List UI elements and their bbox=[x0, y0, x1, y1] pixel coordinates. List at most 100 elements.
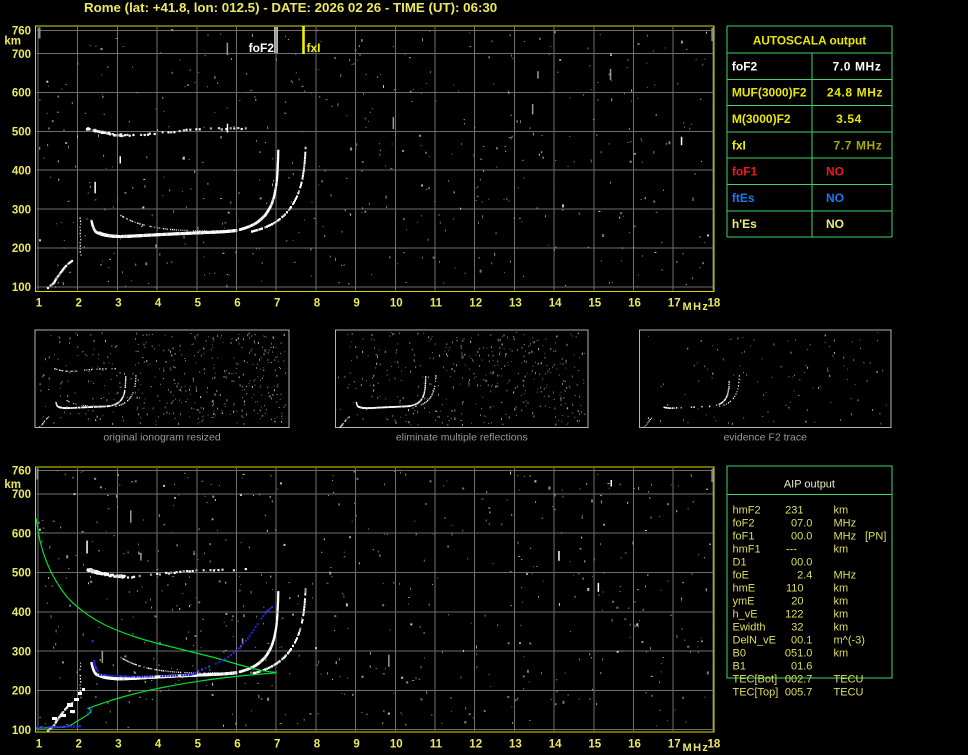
svg-text:4: 4 bbox=[155, 297, 162, 309]
svg-text:760: 760 bbox=[12, 466, 31, 478]
svg-text:km: km bbox=[834, 505, 849, 517]
svg-text:ftEs: ftEs bbox=[732, 191, 755, 205]
svg-text:7.7 MHz: 7.7 MHz bbox=[834, 138, 883, 152]
svg-text:1: 1 bbox=[36, 739, 43, 751]
svg-text:---: --- bbox=[786, 544, 797, 556]
svg-text:2: 2 bbox=[75, 297, 81, 309]
svg-text:01.6: 01.6 bbox=[791, 661, 812, 673]
svg-text:400: 400 bbox=[12, 607, 31, 619]
svg-text:8: 8 bbox=[314, 297, 321, 309]
svg-text:TECU: TECU bbox=[834, 674, 864, 686]
svg-text:10: 10 bbox=[390, 739, 403, 751]
svg-text:eliminate multiple reflections: eliminate multiple reflections bbox=[396, 432, 528, 444]
svg-text:32: 32 bbox=[791, 622, 803, 634]
svg-text:AUTOSCALA output: AUTOSCALA output bbox=[753, 34, 866, 48]
svg-text:evidence F2 trace: evidence F2 trace bbox=[723, 432, 807, 444]
svg-text:h_vE: h_vE bbox=[733, 609, 758, 621]
svg-text:24.8 MHz: 24.8 MHz bbox=[827, 86, 883, 100]
svg-text:hmE: hmE bbox=[733, 583, 756, 595]
svg-text:TEC[Bot]: TEC[Bot] bbox=[733, 674, 778, 686]
svg-text:00.1: 00.1 bbox=[791, 635, 812, 647]
svg-text:foF1: foF1 bbox=[733, 531, 755, 543]
svg-text:18: 18 bbox=[708, 297, 721, 309]
svg-text:100: 100 bbox=[12, 725, 31, 737]
svg-text:3.54: 3.54 bbox=[836, 112, 862, 126]
svg-text:5: 5 bbox=[195, 739, 202, 751]
svg-text:12: 12 bbox=[469, 739, 482, 751]
svg-text:16: 16 bbox=[628, 297, 641, 309]
svg-text:TECU: TECU bbox=[834, 687, 864, 699]
svg-text:6: 6 bbox=[234, 297, 240, 309]
svg-text:hmF2: hmF2 bbox=[733, 505, 761, 517]
svg-text:km: km bbox=[4, 479, 21, 491]
svg-text:4: 4 bbox=[155, 739, 162, 751]
svg-text:231: 231 bbox=[785, 505, 803, 517]
svg-text:foF1: foF1 bbox=[732, 165, 758, 179]
svg-text:300: 300 bbox=[12, 204, 31, 216]
svg-text:17: 17 bbox=[668, 739, 681, 751]
svg-text:500: 500 bbox=[12, 127, 31, 139]
svg-text:11: 11 bbox=[430, 297, 443, 309]
svg-text:20: 20 bbox=[791, 596, 803, 608]
svg-text:600: 600 bbox=[12, 88, 31, 100]
svg-text:005.7: 005.7 bbox=[785, 687, 813, 699]
svg-text:original ionogram resized: original ionogram resized bbox=[103, 432, 220, 444]
svg-text:fxI: fxI bbox=[732, 138, 746, 152]
svg-text:9: 9 bbox=[353, 739, 359, 751]
svg-text:hmF1: hmF1 bbox=[733, 544, 761, 556]
svg-text:km: km bbox=[834, 583, 849, 595]
svg-text:12: 12 bbox=[469, 297, 482, 309]
svg-text:B1: B1 bbox=[733, 661, 746, 673]
svg-text:NO: NO bbox=[826, 191, 844, 205]
svg-text:200: 200 bbox=[12, 686, 31, 698]
svg-text:17: 17 bbox=[668, 297, 681, 309]
svg-text:AIP output: AIP output bbox=[784, 479, 835, 491]
svg-text:km: km bbox=[834, 648, 849, 660]
svg-text:foF2: foF2 bbox=[732, 60, 758, 74]
svg-text:18: 18 bbox=[708, 739, 721, 751]
svg-text:14: 14 bbox=[549, 297, 562, 309]
svg-text:200: 200 bbox=[12, 243, 31, 255]
svg-text:10: 10 bbox=[390, 297, 403, 309]
svg-text:9: 9 bbox=[353, 297, 359, 309]
svg-text:00.0: 00.0 bbox=[791, 531, 812, 543]
svg-text:Ewidth: Ewidth bbox=[733, 622, 766, 634]
svg-text:5: 5 bbox=[195, 297, 202, 309]
svg-text:foF2: foF2 bbox=[733, 518, 755, 530]
svg-text:Rome (lat: +41.8, lon: 012.5): Rome (lat: +41.8, lon: 012.5) - DATE: 20… bbox=[84, 0, 497, 15]
svg-text:MHz: MHz bbox=[834, 531, 857, 543]
svg-text:B0: B0 bbox=[733, 648, 746, 660]
svg-text:122: 122 bbox=[785, 609, 803, 621]
svg-text:2.4: 2.4 bbox=[797, 570, 812, 582]
svg-text:8: 8 bbox=[314, 739, 321, 751]
svg-text:002.7: 002.7 bbox=[785, 674, 813, 686]
svg-text:500: 500 bbox=[12, 568, 31, 580]
svg-text:15: 15 bbox=[588, 739, 601, 751]
svg-text:3: 3 bbox=[115, 297, 121, 309]
svg-text:700: 700 bbox=[12, 489, 31, 501]
svg-text:NO: NO bbox=[826, 217, 844, 231]
svg-text:13: 13 bbox=[509, 297, 522, 309]
svg-text:100: 100 bbox=[12, 282, 31, 294]
svg-text:D1: D1 bbox=[733, 557, 747, 569]
svg-text:foF2: foF2 bbox=[249, 41, 275, 55]
svg-text:MHz: MHz bbox=[834, 518, 857, 530]
svg-text:6: 6 bbox=[234, 739, 240, 751]
svg-text:MHz: MHz bbox=[834, 570, 857, 582]
svg-text:400: 400 bbox=[12, 165, 31, 177]
svg-text:700: 700 bbox=[12, 49, 31, 61]
svg-text:2: 2 bbox=[75, 739, 81, 751]
svg-text:051.0: 051.0 bbox=[785, 648, 813, 660]
svg-text:[PN]: [PN] bbox=[865, 531, 886, 543]
svg-text:km: km bbox=[834, 544, 849, 556]
svg-text:km: km bbox=[834, 609, 849, 621]
svg-text:11: 11 bbox=[430, 739, 443, 751]
svg-text:7: 7 bbox=[274, 297, 280, 309]
svg-text:ymE: ymE bbox=[733, 596, 755, 608]
svg-text:km: km bbox=[834, 596, 849, 608]
svg-text:km: km bbox=[834, 622, 849, 634]
svg-text:foE: foE bbox=[733, 570, 750, 582]
svg-text:km: km bbox=[4, 36, 21, 48]
svg-text:TEC[Top]: TEC[Top] bbox=[733, 687, 779, 699]
svg-text:07.0: 07.0 bbox=[791, 518, 812, 530]
